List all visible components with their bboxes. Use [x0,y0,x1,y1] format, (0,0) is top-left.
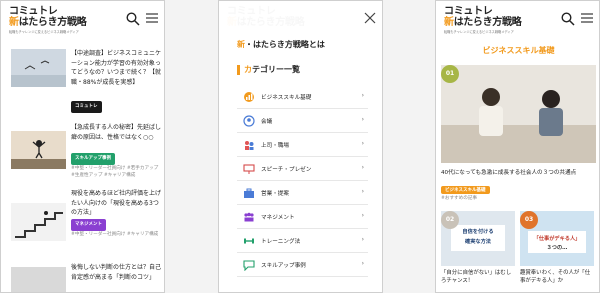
category-label: 営業・提案 [261,191,289,197]
category-item[interactable]: 会議 › [237,109,368,133]
category-list: ビジネススキル基礎 › 会議 › 上司・職場 › スピーチ・プレゼン › 営業・… [237,85,368,277]
category-item[interactable]: スピーチ・プレゼン › [237,157,368,181]
about-accent: 新 [237,40,245,49]
hamburger-menu-icon[interactable] [145,12,159,24]
article-text: 後悔しない判断の仕方とは？自己肯定感が高まる「判断のコツ」 [71,263,163,291]
category-item[interactable]: トレーニング法 › [237,229,368,253]
article-card-image[interactable]: 03 「仕事がデキる人」 ３つの… [520,211,594,266]
category-heading-text: テゴリー一覧 [252,65,300,74]
category-item[interactable]: スキルアップ事例 › [237,253,368,277]
logo-tagline: 転職もチャレンジに変えるビジネス戦略メディア [9,30,79,34]
category-page-title: ビジネススキル基礎 [482,46,555,55]
article-title[interactable]: 【急成長する人の秘密】先延ばし癖の原因は、性格ではなく○○ [71,123,163,151]
decision-image [11,267,66,292]
about-title: ・はたらき方戦略とは [245,40,325,49]
category-label: トレーニング法 [261,239,301,245]
category-label: スピーチ・プレゼン [261,167,312,173]
search-icon[interactable] [126,12,140,26]
category-label: ビジネススキル基礎 [261,95,312,101]
category-tag[interactable]: スキルアップ事例 [71,153,115,165]
phone-menu-overlay: コミュトレ 新はたらき方戦略 新・はたらき方戦略とは カテゴリー一覧 ビジネスス… [218,0,383,293]
dumbbell-icon [244,238,254,244]
category-item[interactable]: 営業・提案 › [237,181,368,205]
article-text: 【急成長する人の秘密】先延ばし癖の原因は、性格ではなく○○ スキルアップ事例 #… [71,123,163,179]
article-card-image[interactable]: 02 自信を付ける 確実な方法 [441,211,515,266]
card-overlay-line1: 「仕事がデキる人」 [533,236,581,242]
article-card-title[interactable]: 趣賞奉いわく、その人が「仕事がデキる人」か [520,269,594,285]
rank-badge: 02 [441,211,459,229]
site-header: コミュトレ 新はたらき方戦略 転職もチャレンジに変えるビジネス戦略メディア [436,1,599,39]
article-hashtags[interactable]: #中堅・リーダー社員向け #若手カアップ #生産性アップ #キャリア構成 [71,165,163,179]
featured-article-image[interactable]: 01 [441,65,596,163]
article-hashtags[interactable]: #中堅・リーダー社員向け #キャリア構成 [71,231,163,238]
article-text: 【中途調査】ビジネスコミュニケーション能力が学習の有効対象ってどうなの？いつまで… [71,49,163,113]
birds-sky-image [11,49,66,87]
category-label: マネジメント [261,215,295,221]
category-heading: カテゴリー一覧 [237,65,300,75]
chevron-right-icon: › [361,92,364,99]
rank-badge: 03 [520,211,538,229]
chevron-right-icon: › [361,140,364,147]
chevron-right-icon: › [361,116,364,123]
screenshot-stage: コミュトレ 新はたらき方戦略 転職もチャレンジに変えるビジネス戦略メディア 【中… [0,0,600,293]
team-icon [244,212,254,222]
chat-icon [243,260,255,271]
chevron-right-icon: › [361,164,364,171]
about-link[interactable]: 新・はたらき方戦略とは [237,39,325,50]
logo-accent: 新 [444,17,454,28]
category-item[interactable]: マネジメント › [237,205,368,229]
logo-line1[interactable]: コミュトレ [444,6,599,17]
briefcase-icon [244,188,254,198]
category-tag[interactable]: ビジネススキル基礎 [441,186,490,194]
category-item[interactable]: ビジネススキル基礎 › [237,85,368,109]
logo-accent: 新 [9,17,19,28]
card-overlay-line2: ３つの… [546,245,568,251]
speech-icon [243,115,255,127]
chevron-right-icon: › [361,188,364,195]
article-thumbnail[interactable] [11,131,66,169]
recommended-label: #おすすめの記事 [441,196,478,201]
logo-line2[interactable]: 新はたらき方戦略 [9,17,164,28]
phone-category-page: コミュトレ 新はたらき方戦略 転職もチャレンジに変えるビジネス戦略メディア ビジ… [435,0,600,293]
search-icon[interactable] [561,12,575,26]
article-title[interactable]: 【中途調査】ビジネスコミュニケーション能力が学習の有効対象ってどうなの？いつまで… [71,49,163,99]
logo-main: はたらき方戦略 [18,17,87,28]
article-thumbnail[interactable] [11,267,66,292]
close-icon[interactable] [364,12,376,24]
phone-article-list: コミュトレ 新はたらき方戦略 転職もチャレンジに変えるビジネス戦略メディア 【中… [0,0,165,293]
category-item[interactable]: 上司・職場 › [237,133,368,157]
logo-line2[interactable]: 新はたらき方戦略 [444,17,599,28]
chevron-right-icon: › [361,236,364,243]
presentation-icon [243,164,255,174]
jumping-person-image [11,131,66,169]
meeting-photo-image [441,65,596,163]
article-text: 現役を高めるほど社内評価を上げたい人向けの「現役を高める3つの方法」 マネジメン… [71,189,163,238]
chart-icon [244,92,254,102]
category-label: 上司・職場 [261,143,289,149]
category-label: スキルアップ事例 [261,263,306,269]
card-overlay-line1: 自信を付ける [462,229,494,235]
category-tag[interactable]: マネジメント [71,219,106,231]
hamburger-menu-icon[interactable] [580,12,594,24]
chevron-right-icon: › [361,212,364,219]
article-title[interactable]: 現役を高めるほど社内評価を上げたい人向けの「現役を高める3つの方法」 [71,189,163,217]
article-title[interactable]: 後悔しない判断の仕方とは？自己肯定感が高まる「判断のコツ」 [71,263,163,291]
article-card-title[interactable]: 「自分に自信がない」はむしろチャンス！ [441,269,515,285]
logo-tagline: 転職もチャレンジに変えるビジネス戦略メディア [444,30,514,34]
site-header: コミュトレ 新はたらき方戦略 転職もチャレンジに変えるビジネス戦略メディア [1,1,164,39]
logo-line1[interactable]: コミュトレ [9,6,164,17]
card-overlay-line2: 確実な方法 [465,239,491,245]
category-heading-accent: カ [244,65,252,74]
people-icon [245,141,254,150]
chevron-right-icon: › [361,260,364,267]
category-tag[interactable]: コミュトレ [71,101,102,113]
featured-article-title[interactable]: 40代になっても急激に成長する社会人の３つの共通点 [441,169,596,177]
logo-main: はたらき方戦略 [453,17,522,28]
article-thumbnail[interactable] [11,203,66,241]
staircase-image [11,203,66,241]
category-label: 会議 [261,119,273,125]
rank-badge: 01 [441,65,459,83]
article-thumbnail[interactable] [11,49,66,87]
